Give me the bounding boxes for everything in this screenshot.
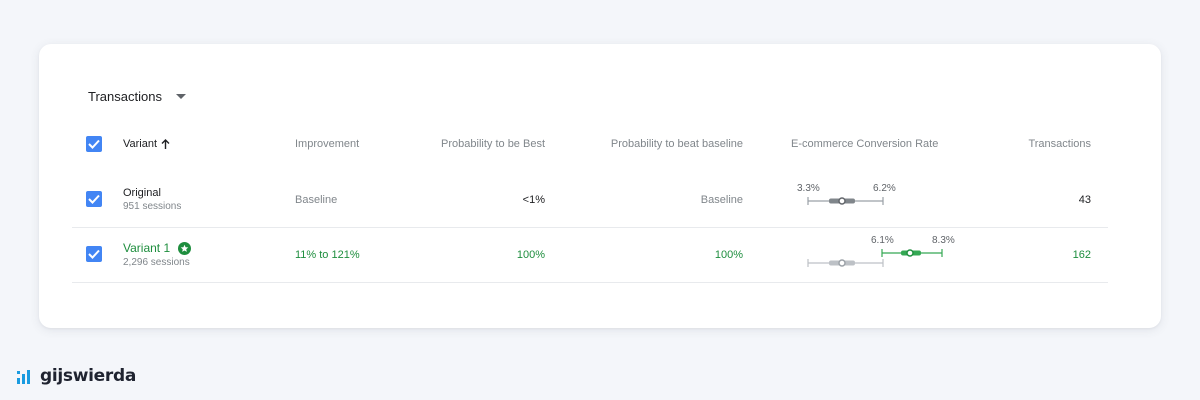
variant-name-wrap: Variant 1 xyxy=(123,241,192,255)
check-icon xyxy=(88,139,100,149)
row-divider xyxy=(72,227,1108,228)
brand-name: gijswierda xyxy=(40,366,137,386)
select-all-checkbox[interactable] xyxy=(86,136,102,152)
prob-best-column-header[interactable]: Probability to be Best xyxy=(415,138,545,150)
improvement-column-header[interactable]: Improvement xyxy=(295,138,359,150)
ci-upper-label: 6.2% xyxy=(873,183,896,194)
ci-lower-label: 6.1% xyxy=(871,235,894,246)
prob-beat-value: Baseline xyxy=(700,194,743,206)
variant-name: Variant 1 xyxy=(123,241,171,255)
row-checkbox-variant-1[interactable] xyxy=(86,246,102,262)
sort-ascending-icon xyxy=(161,139,170,149)
prob-best-value: <1% xyxy=(522,194,545,206)
signal-logo-icon xyxy=(17,370,30,384)
check-icon xyxy=(88,249,100,259)
session-count: 2,296 sessions xyxy=(123,257,190,268)
check-icon xyxy=(88,194,100,204)
ci-lower-label: 3.3% xyxy=(797,183,820,194)
transactions-value: 43 xyxy=(1078,194,1091,206)
metric-dropdown[interactable]: Transactions xyxy=(88,87,186,105)
transactions-value: 162 xyxy=(1072,249,1091,261)
session-count: 951 sessions xyxy=(123,201,182,212)
transactions-column-header[interactable]: Transactions xyxy=(989,138,1091,150)
metric-dropdown-label: Transactions xyxy=(88,88,162,104)
baseline-reference-interval xyxy=(807,259,884,267)
prob-beat-column-header[interactable]: Probability to beat baseline xyxy=(579,138,743,150)
variant-header-label: Variant xyxy=(123,138,158,150)
row-checkbox-original[interactable] xyxy=(86,191,102,207)
leader-star-icon xyxy=(178,241,192,255)
improvement-value: Baseline xyxy=(295,194,338,206)
ci-upper-label: 8.3% xyxy=(932,235,955,246)
chevron-down-icon[interactable] xyxy=(175,93,186,99)
row-divider xyxy=(72,282,1108,283)
confidence-interval-variant-1 xyxy=(881,249,943,257)
variant-cell-variant-1: Variant 1 2,296 sessions xyxy=(123,241,192,268)
star-glyph-icon xyxy=(180,244,189,252)
prob-beat-value: 100% xyxy=(714,249,743,261)
variant-name: Original xyxy=(123,187,161,199)
experiment-report-card: Transactions Variant Improvement Probabi… xyxy=(39,44,1161,328)
confidence-interval-original xyxy=(807,197,884,205)
improvement-value: 11% to 121% xyxy=(295,249,360,261)
conversion-rate-column-header[interactable]: E-commerce Conversion Rate xyxy=(791,138,938,150)
brand-logo: gijswierda xyxy=(16,366,136,386)
prob-best-value: 100% xyxy=(516,249,545,261)
variant-column-header[interactable]: Variant xyxy=(123,138,170,150)
variant-cell-original: Original 951 sessions xyxy=(123,187,181,212)
